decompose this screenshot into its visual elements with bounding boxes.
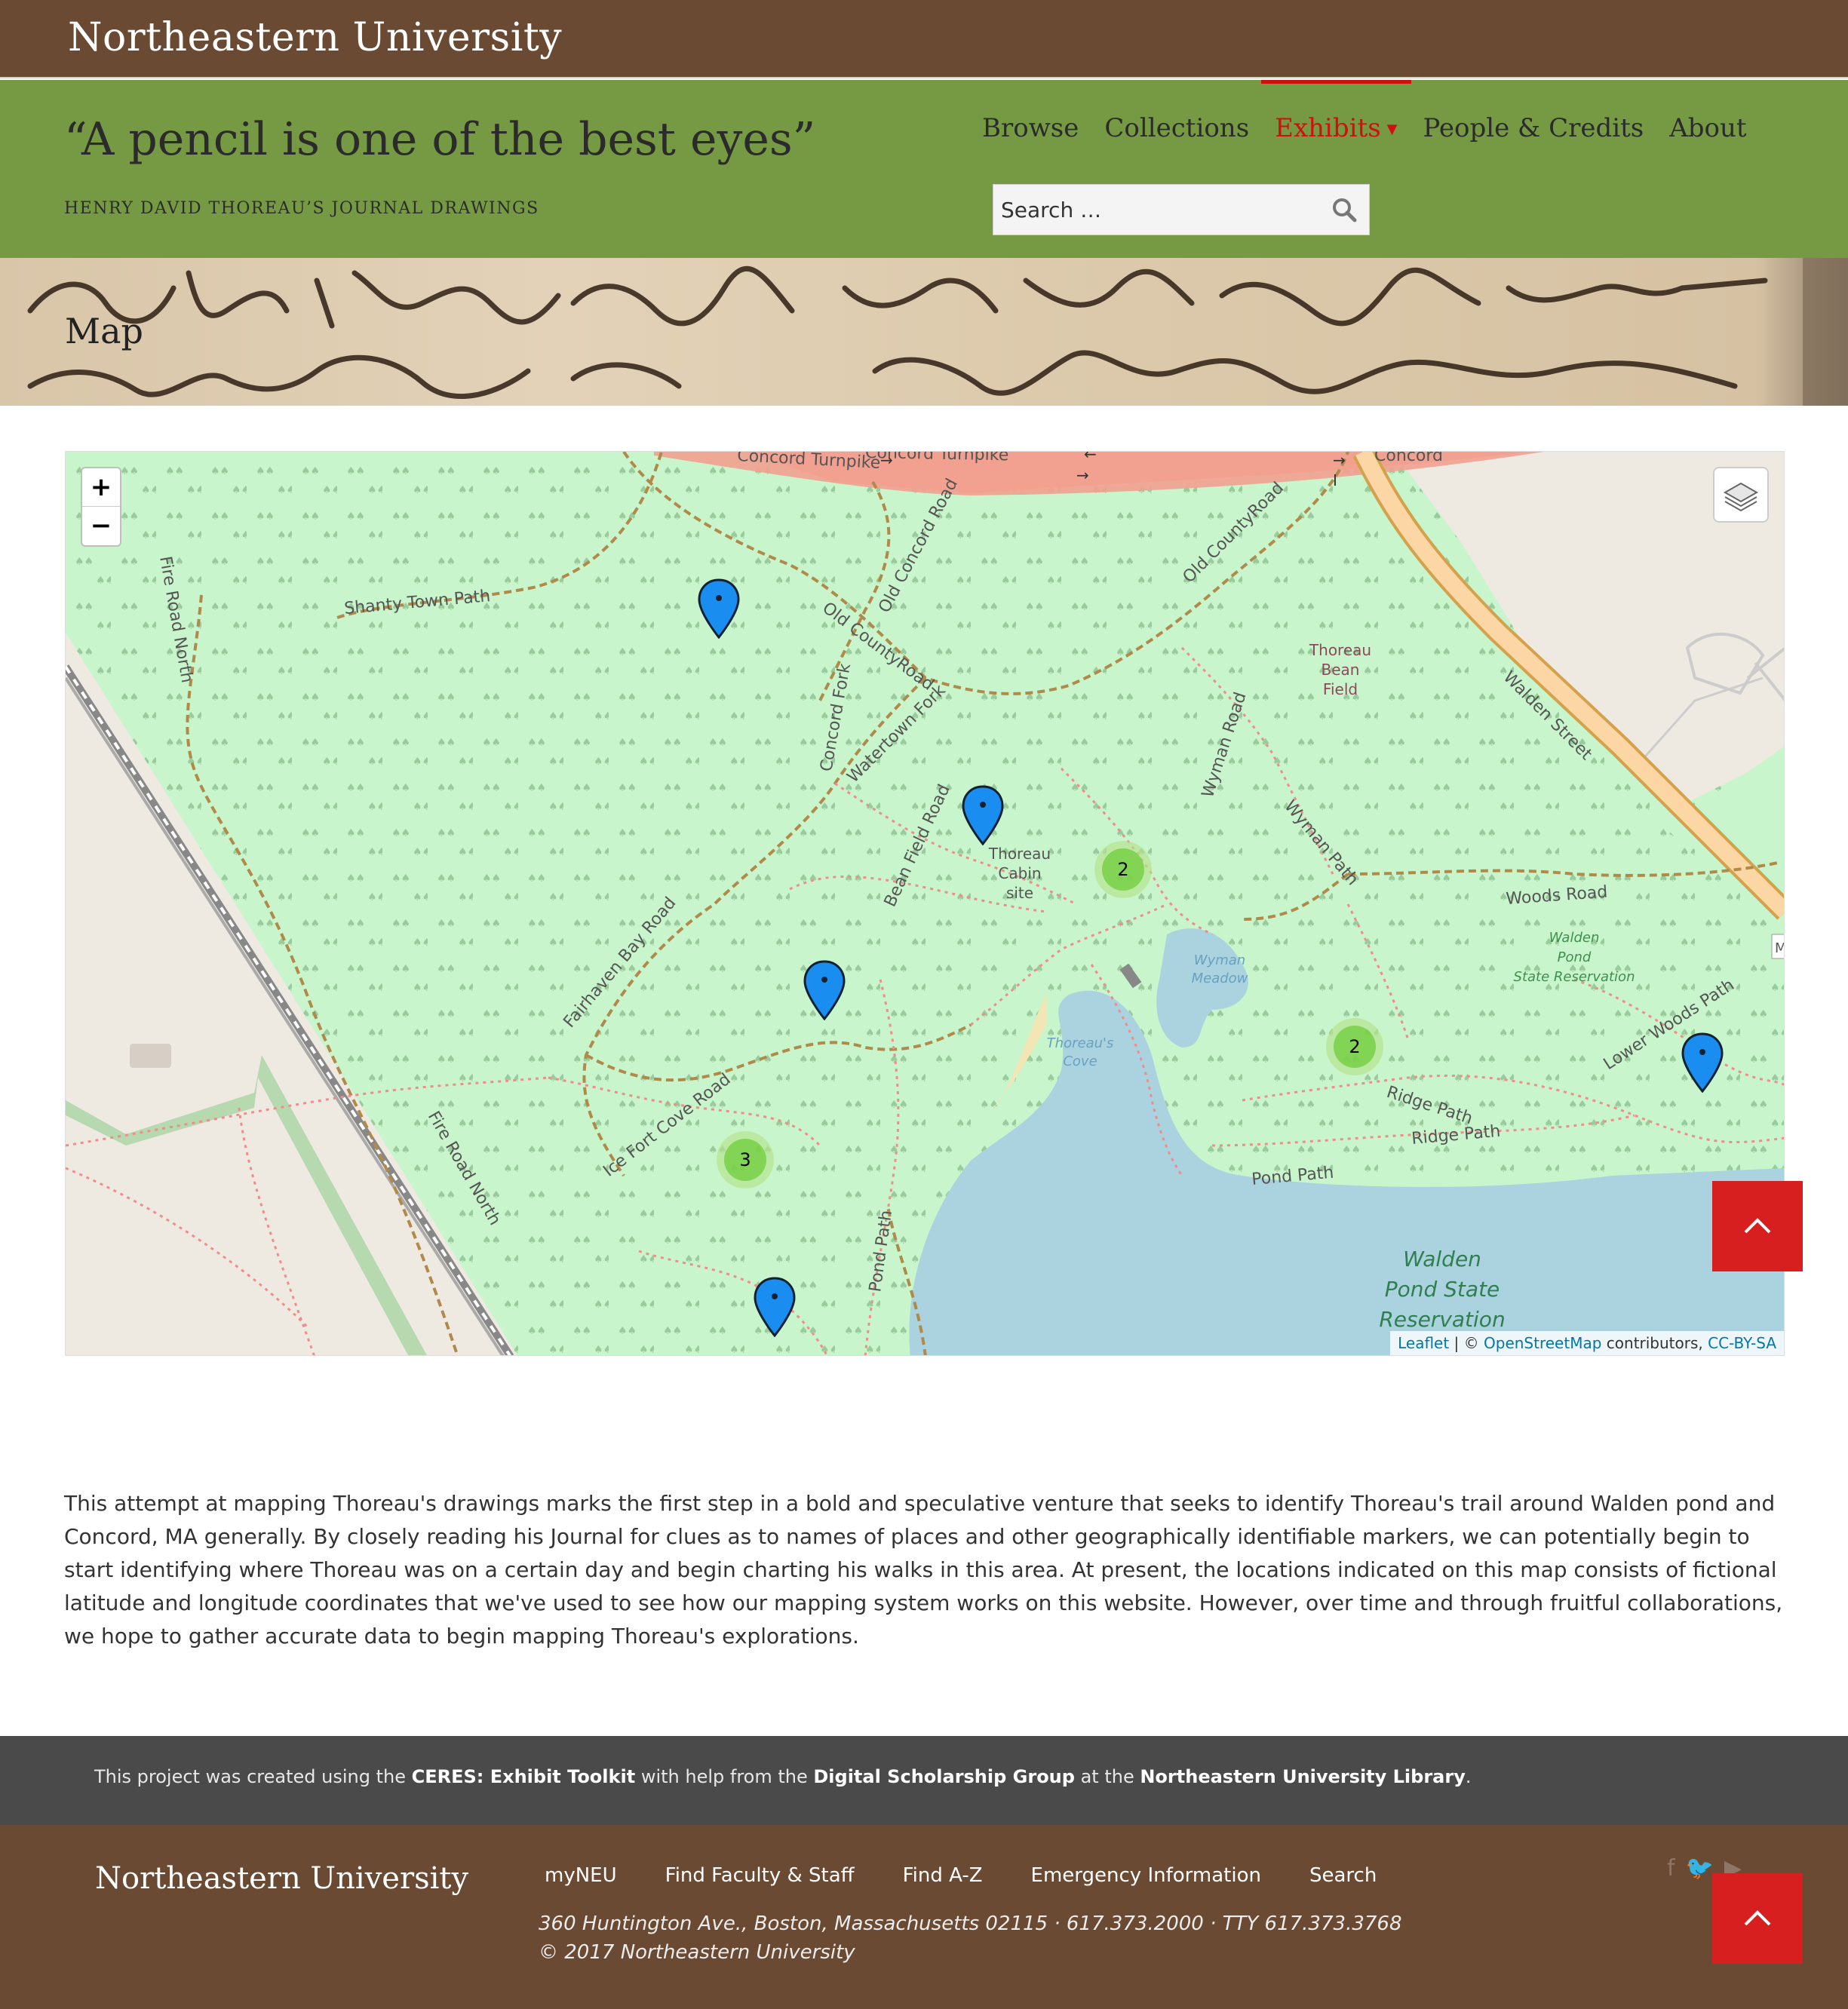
main-nav: Browse Collections Exhibits ▼ People & Cr…: [981, 80, 1748, 152]
marker-cluster[interactable]: 2: [1326, 1018, 1383, 1075]
label-old-concord-road: Old Concord Road: [875, 476, 962, 616]
footer-links: myNEU Find Faculty & Staff Find A-Z Emer…: [545, 1864, 1377, 1887]
footer-link-myneu[interactable]: myNEU: [545, 1864, 617, 1887]
label-concord-turnpike-2: Concord Turnpike: [865, 452, 1009, 465]
label-watertown-fork: Watertown Fork: [844, 681, 950, 787]
credit-bar: This project was created using the CERES…: [0, 1736, 1848, 1825]
label-edge-m: M: [1775, 940, 1785, 956]
label-pond-path: Pond Path: [866, 1209, 896, 1293]
map-attribution: Leaflet | © OpenStreetMap contributors, …: [1390, 1331, 1784, 1355]
map-marker[interactable]: [803, 960, 846, 1020]
label-wyman-path: Wyman Path: [1280, 797, 1361, 889]
label-reservation-big-1: Walden: [1403, 1247, 1481, 1271]
layers-button[interactable]: [1713, 467, 1769, 523]
ceres-link[interactable]: CERES: Exhibit Toolkit: [412, 1766, 636, 1787]
label-cabin-3: site: [1006, 884, 1033, 902]
nav-about[interactable]: About: [1668, 104, 1748, 152]
page-banner: Map: [0, 258, 1848, 406]
site-title[interactable]: “A pencil is one of the best eyes”: [64, 113, 815, 166]
label-reservation-small-3: State Reservation: [1514, 969, 1635, 985]
nav-browse[interactable]: Browse: [981, 104, 1080, 152]
label-cabin-1: Thoreau: [988, 845, 1051, 863]
label-old-county-road-2: Old CountyRoad: [1180, 479, 1288, 587]
label-bean-field-1: Thoreau: [1309, 641, 1371, 659]
library-link[interactable]: Northeastern University Library: [1140, 1766, 1466, 1787]
label-concord-fork: Concord Fork: [817, 662, 855, 773]
label-ice-fort-cove-road: Ice Fort Cove Road: [600, 1070, 734, 1181]
label-shanty-town-path: Shanty Town Path: [343, 587, 491, 618]
zoom-control: + −: [81, 467, 121, 547]
site-subtitle: HENRY DAVID THOREAU’S JOURNAL DRAWINGS: [64, 199, 539, 218]
search-input[interactable]: [1001, 185, 1318, 235]
label-bean-field-3: Field: [1323, 680, 1358, 698]
label-bean-field-road: Bean Field Road: [881, 781, 954, 909]
site-header: “A pencil is one of the best eyes” HENRY…: [0, 80, 1848, 258]
back-to-top-button[interactable]: [1712, 1181, 1803, 1271]
facebook-icon[interactable]: f: [1667, 1855, 1675, 1882]
search-icon[interactable]: [1330, 195, 1358, 224]
label-wyman-road: Wyman Road: [1199, 690, 1251, 800]
intro-paragraph: This attempt at mapping Thoreau's drawin…: [64, 1491, 1783, 1649]
nav-people-credits[interactable]: People & Credits: [1422, 104, 1646, 152]
handwriting-image: [27, 258, 1848, 406]
back-to-top-button-footer[interactable]: [1712, 1873, 1803, 1964]
label-walden-street: Walden Street: [1500, 668, 1596, 765]
university-logo[interactable]: Northeastern University: [68, 15, 562, 60]
leaflet-link[interactable]: Leaflet: [1398, 1334, 1449, 1352]
search-box: [993, 184, 1370, 235]
license-link[interactable]: CC-BY-SA: [1708, 1334, 1776, 1352]
page-title: Map: [65, 311, 143, 351]
label-ridge-path: Ridge Path: [1384, 1083, 1475, 1128]
zoom-in-button[interactable]: +: [82, 468, 120, 507]
label-concord-turnpike: Concord Turnpike: [737, 452, 881, 473]
layers-icon: [1723, 482, 1759, 512]
footer-link-emergency[interactable]: Emergency Information: [1031, 1864, 1261, 1887]
label-fairhaven-bay-road: Fairhaven Bay Road: [560, 894, 680, 1032]
caret-down-icon: ▼: [1386, 121, 1398, 137]
label-woods-road: Woods Road: [1506, 883, 1608, 909]
university-bar: Northeastern University: [0, 0, 1848, 78]
label-bean-field-2: Bean: [1322, 661, 1360, 679]
chevron-up-icon: [1744, 1910, 1771, 1926]
label-reservation-big-2: Pond State: [1385, 1277, 1500, 1302]
zoom-out-button[interactable]: −: [82, 507, 120, 545]
map-marker[interactable]: [754, 1277, 796, 1337]
nav-collections[interactable]: Collections: [1103, 104, 1251, 152]
footer-address: 360 Huntington Ave., Boston, Massachuset…: [539, 1909, 1402, 1967]
label-concord: Concord: [1374, 452, 1443, 465]
footer-link-a-z[interactable]: Find A-Z: [903, 1864, 983, 1887]
label-reservation-small-2: Pond: [1558, 949, 1592, 965]
label-cabin-2: Cabin: [998, 864, 1041, 882]
map-marker[interactable]: [962, 785, 1004, 845]
footer-logo[interactable]: Northeastern University: [95, 1861, 468, 1896]
footer-link-search[interactable]: Search: [1309, 1864, 1377, 1887]
label-thoreaus-cove-1: Thoreau's: [1047, 1035, 1114, 1051]
footer-link-faculty[interactable]: Find Faculty & Staff: [665, 1864, 855, 1887]
copyright: © 2017 Northeastern University: [539, 1941, 855, 1964]
openstreetmap-link[interactable]: OpenStreetMap: [1484, 1334, 1601, 1352]
label-fire-road-north: Fire Road North: [155, 555, 196, 685]
credit-text: This project was created using the CERES…: [94, 1766, 1472, 1787]
label-ridge-path-2: Ridge Path: [1411, 1122, 1501, 1149]
map-marker[interactable]: [1681, 1032, 1724, 1093]
map-labels: Shanty Town Path Fire Road North Fire Ro…: [155, 452, 1785, 1332]
label-wyman-meadow-2: Meadow: [1192, 971, 1248, 986]
label-wyman-meadow-1: Wyman: [1194, 952, 1245, 968]
twitter-icon[interactable]: 🐦: [1686, 1855, 1714, 1882]
chevron-up-icon: [1744, 1218, 1771, 1234]
marker-cluster[interactable]: 3: [717, 1131, 774, 1189]
footer: Northeastern University myNEU Find Facul…: [0, 1825, 1848, 2009]
label-pond-path-2: Pond Path: [1251, 1164, 1334, 1189]
label-reservation-big-3: Reservation: [1379, 1307, 1505, 1332]
marker-cluster[interactable]: 2: [1094, 841, 1152, 898]
map-marker[interactable]: [698, 578, 740, 639]
label-reservation-small-1: Walden: [1549, 930, 1600, 946]
label-thoreaus-cove-2: Cove: [1063, 1054, 1097, 1069]
nav-exhibits[interactable]: Exhibits ▼: [1261, 80, 1411, 152]
label-fire-road-north-2: Fire Road North: [424, 1109, 505, 1229]
map[interactable]: ♠♠ ♠♠: [65, 451, 1785, 1356]
dsg-link[interactable]: Digital Scholarship Group: [813, 1766, 1075, 1787]
